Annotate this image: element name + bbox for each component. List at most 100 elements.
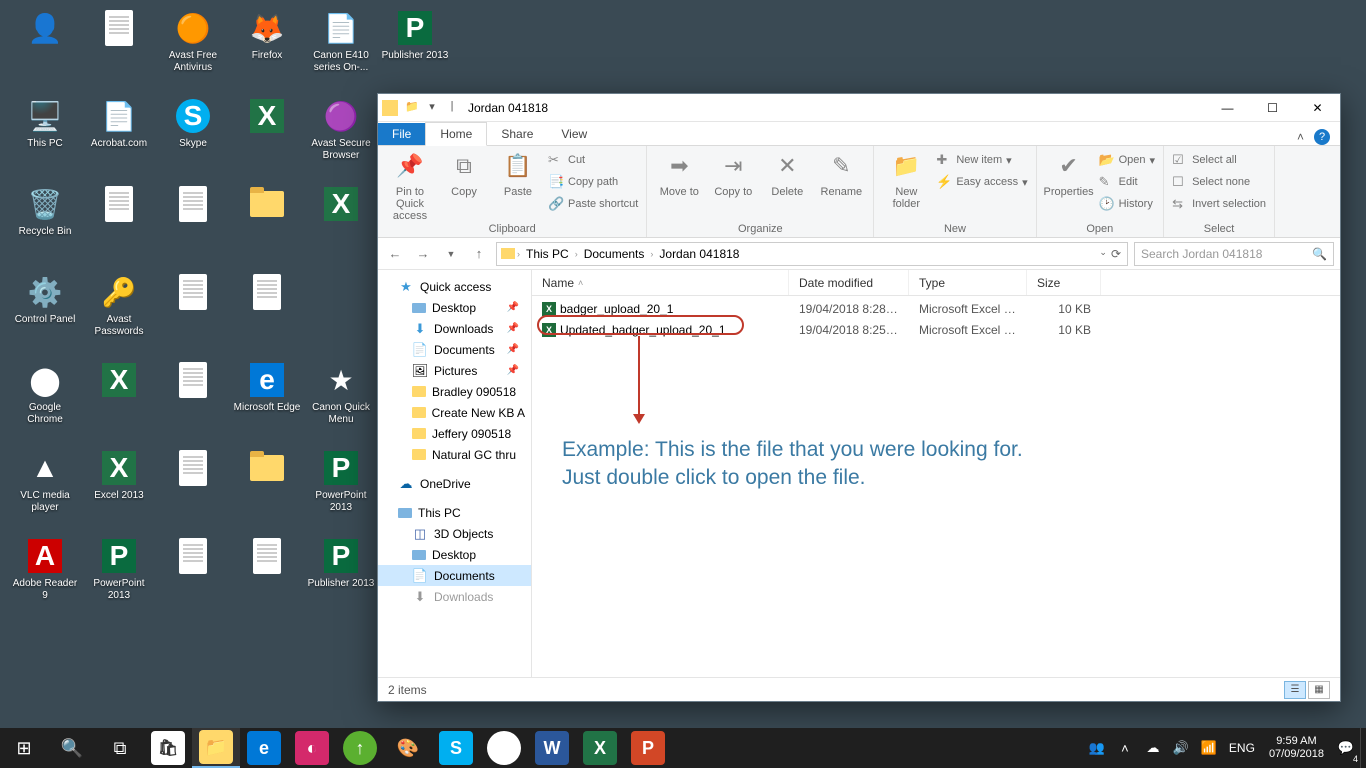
start-button[interactable]: ⊞ xyxy=(0,728,48,768)
tab-view[interactable]: View xyxy=(547,123,601,145)
desktop-icon-avastb[interactable]: 🟣Avast Secure Browser xyxy=(304,96,378,176)
close-button[interactable]: ✕ xyxy=(1295,94,1340,122)
easy-access-button[interactable]: ⚡Easy access ▾ xyxy=(936,172,1027,192)
address-bar[interactable]: › This PC › Documents › Jordan 041818 ⌄⟳ xyxy=(496,242,1128,266)
desktop-icon-ppt[interactable]: PPowerPoint 2013 xyxy=(304,448,378,528)
desktop-icon-excel3[interactable]: X xyxy=(82,360,156,440)
open-button[interactable]: 📂Open ▾ xyxy=(1099,150,1155,170)
tab-file[interactable]: File xyxy=(378,123,425,145)
select-all-button[interactable]: ☑Select all xyxy=(1172,150,1266,170)
paste-shortcut-button[interactable]: 🔗Paste shortcut xyxy=(548,194,638,214)
nav-thispc[interactable]: This PC xyxy=(378,502,531,523)
rename-button[interactable]: ✎Rename xyxy=(817,150,865,198)
properties-button[interactable]: ✔Properties xyxy=(1045,150,1093,198)
volume-tray-icon[interactable]: 🔊 xyxy=(1167,728,1195,768)
copy-path-button[interactable]: 📑Copy path xyxy=(548,172,638,192)
desktop-icon-doc8[interactable] xyxy=(156,536,230,616)
refresh-button[interactable]: ⟳ xyxy=(1111,247,1121,261)
nav-createkb[interactable]: Create New KB A xyxy=(378,402,531,423)
col-size[interactable]: Size xyxy=(1027,270,1101,295)
thumbnails-view-button[interactable]: ▦ xyxy=(1308,681,1330,699)
desktop-icon-blank1[interactable] xyxy=(304,272,378,352)
word-taskbar-button[interactable]: W xyxy=(528,728,576,768)
desktop-icon-folder2[interactable] xyxy=(230,448,304,528)
excel-taskbar-button[interactable]: X xyxy=(576,728,624,768)
desktop-icon-edge[interactable]: eMicrosoft Edge xyxy=(230,360,304,440)
crumb-current[interactable]: Jordan 041818 xyxy=(655,247,743,261)
addr-dropdown[interactable]: ⌄ xyxy=(1099,247,1107,261)
desktop-icon-acrobat[interactable]: 📄Acrobat.com xyxy=(82,96,156,176)
details-view-button[interactable]: ☰ xyxy=(1284,681,1306,699)
cut-button[interactable]: ✂Cut xyxy=(548,150,638,170)
nav-documents2[interactable]: 📄Documents xyxy=(378,565,531,586)
nav-downloads2[interactable]: ⬇Downloads xyxy=(378,586,531,607)
desktop-icon-doc5[interactable] xyxy=(230,272,304,352)
desktop-icon-adobe[interactable]: AAdobe Reader 9 xyxy=(8,536,82,616)
desktop-icon-avast[interactable]: 🟠Avast Free Antivirus xyxy=(156,8,230,88)
col-type[interactable]: Type xyxy=(909,270,1027,295)
tray-expand[interactable]: ˄ xyxy=(1111,728,1139,768)
desktop-icon-doc4[interactable] xyxy=(156,272,230,352)
nav-desktop[interactable]: Desktop📌 xyxy=(378,297,531,318)
desktop-icon-excel4[interactable]: XExcel 2013 xyxy=(82,448,156,528)
file-row[interactable]: Xbadger_upload_20_1 19/04/2018 8:28 AM M… xyxy=(532,298,1340,319)
select-none-button[interactable]: ☐Select none xyxy=(1172,172,1266,192)
task-view-button[interactable]: ⧉ xyxy=(96,728,144,768)
copy-button[interactable]: ⧉Copy xyxy=(440,150,488,198)
desktop-icon-user[interactable]: 👤 xyxy=(8,8,82,88)
desktop-icon-ppt2[interactable]: PPowerPoint 2013 xyxy=(82,536,156,616)
help-icon[interactable]: ? xyxy=(1314,129,1330,145)
paint-button[interactable]: 🎨 xyxy=(384,728,432,768)
app-green[interactable]: ↑ xyxy=(336,728,384,768)
desktop-icon-doc6[interactable] xyxy=(156,360,230,440)
delete-button[interactable]: ✕Delete xyxy=(763,150,811,198)
titlebar[interactable]: 📁 ▾ | Jordan 041818 — ☐ ✕ xyxy=(378,94,1340,122)
file-row[interactable]: XUpdated_badger_upload_20_1 19/04/2018 8… xyxy=(532,319,1340,340)
move-to-button[interactable]: ➡Move to xyxy=(655,150,703,198)
ribbon-collapse-icon[interactable]: ˄ xyxy=(1297,130,1304,144)
history-button[interactable]: 🕑History xyxy=(1099,194,1155,214)
desktop-icon-doc1[interactable] xyxy=(82,8,156,88)
language-button[interactable]: ENG xyxy=(1223,728,1261,768)
powerpoint-taskbar-button[interactable]: P xyxy=(624,728,672,768)
qat-dropdown[interactable]: ▾ xyxy=(424,100,440,116)
desktop-icon-thispc[interactable]: 🖥️This PC xyxy=(8,96,82,176)
recent-dropdown[interactable]: ▼ xyxy=(440,243,462,265)
nav-jeffery[interactable]: Jeffery 090518 xyxy=(378,423,531,444)
nav-pictures[interactable]: 🖼Pictures📌 xyxy=(378,360,531,381)
crumb-documents[interactable]: Documents xyxy=(580,247,649,261)
store-button[interactable]: 🛍 xyxy=(144,728,192,768)
desktop-icon-doc9[interactable] xyxy=(230,536,304,616)
skype-taskbar-button[interactable]: S xyxy=(432,728,480,768)
desktop-icon-doc3[interactable] xyxy=(156,184,230,264)
nav-documents[interactable]: 📄Documents📌 xyxy=(378,339,531,360)
nav-bradley[interactable]: Bradley 090518 xyxy=(378,381,531,402)
col-date[interactable]: Date modified xyxy=(789,270,909,295)
new-folder-button[interactable]: 📁New folder xyxy=(882,150,930,210)
maximize-button[interactable]: ☐ xyxy=(1250,94,1295,122)
new-item-button[interactable]: ✚New item ▾ xyxy=(936,150,1027,170)
edit-button[interactable]: ✎Edit xyxy=(1099,172,1155,192)
edge-taskbar-button[interactable]: e xyxy=(240,728,288,768)
crumb-thispc[interactable]: This PC xyxy=(522,247,573,261)
clock[interactable]: 9:59 AM 07/09/2018 xyxy=(1261,735,1332,761)
qat-item[interactable]: 📁 xyxy=(404,100,420,116)
tab-home[interactable]: Home xyxy=(425,122,487,146)
onedrive-tray-icon[interactable]: ☁ xyxy=(1139,728,1167,768)
people-button[interactable]: 👥 xyxy=(1083,728,1111,768)
desktop-icon-canon[interactable]: 📄Canon E410 series On-... xyxy=(304,8,378,88)
desktop-icon-excel1[interactable]: X xyxy=(230,96,304,176)
nav-desktop2[interactable]: Desktop xyxy=(378,544,531,565)
invert-selection-button[interactable]: ⇆Invert selection xyxy=(1172,194,1266,214)
desktop-icon-doc2[interactable] xyxy=(82,184,156,264)
desktop-icon-firefox[interactable]: 🦊Firefox xyxy=(230,8,304,88)
forward-button[interactable]: → xyxy=(412,243,434,265)
nav-downloads[interactable]: ⬇Downloads📌 xyxy=(378,318,531,339)
explorer-taskbar-button[interactable]: 📁 xyxy=(192,728,240,768)
notifications-button[interactable]: 💬4 xyxy=(1332,728,1360,768)
show-desktop-button[interactable] xyxy=(1360,728,1366,768)
up-button[interactable]: ↑ xyxy=(468,243,490,265)
desktop-icon-cpanel[interactable]: ⚙️Control Panel xyxy=(8,272,82,352)
search-input[interactable]: Search Jordan 041818🔍 xyxy=(1134,242,1334,266)
desktop-icon-chrome[interactable]: ⬤Google Chrome xyxy=(8,360,82,440)
